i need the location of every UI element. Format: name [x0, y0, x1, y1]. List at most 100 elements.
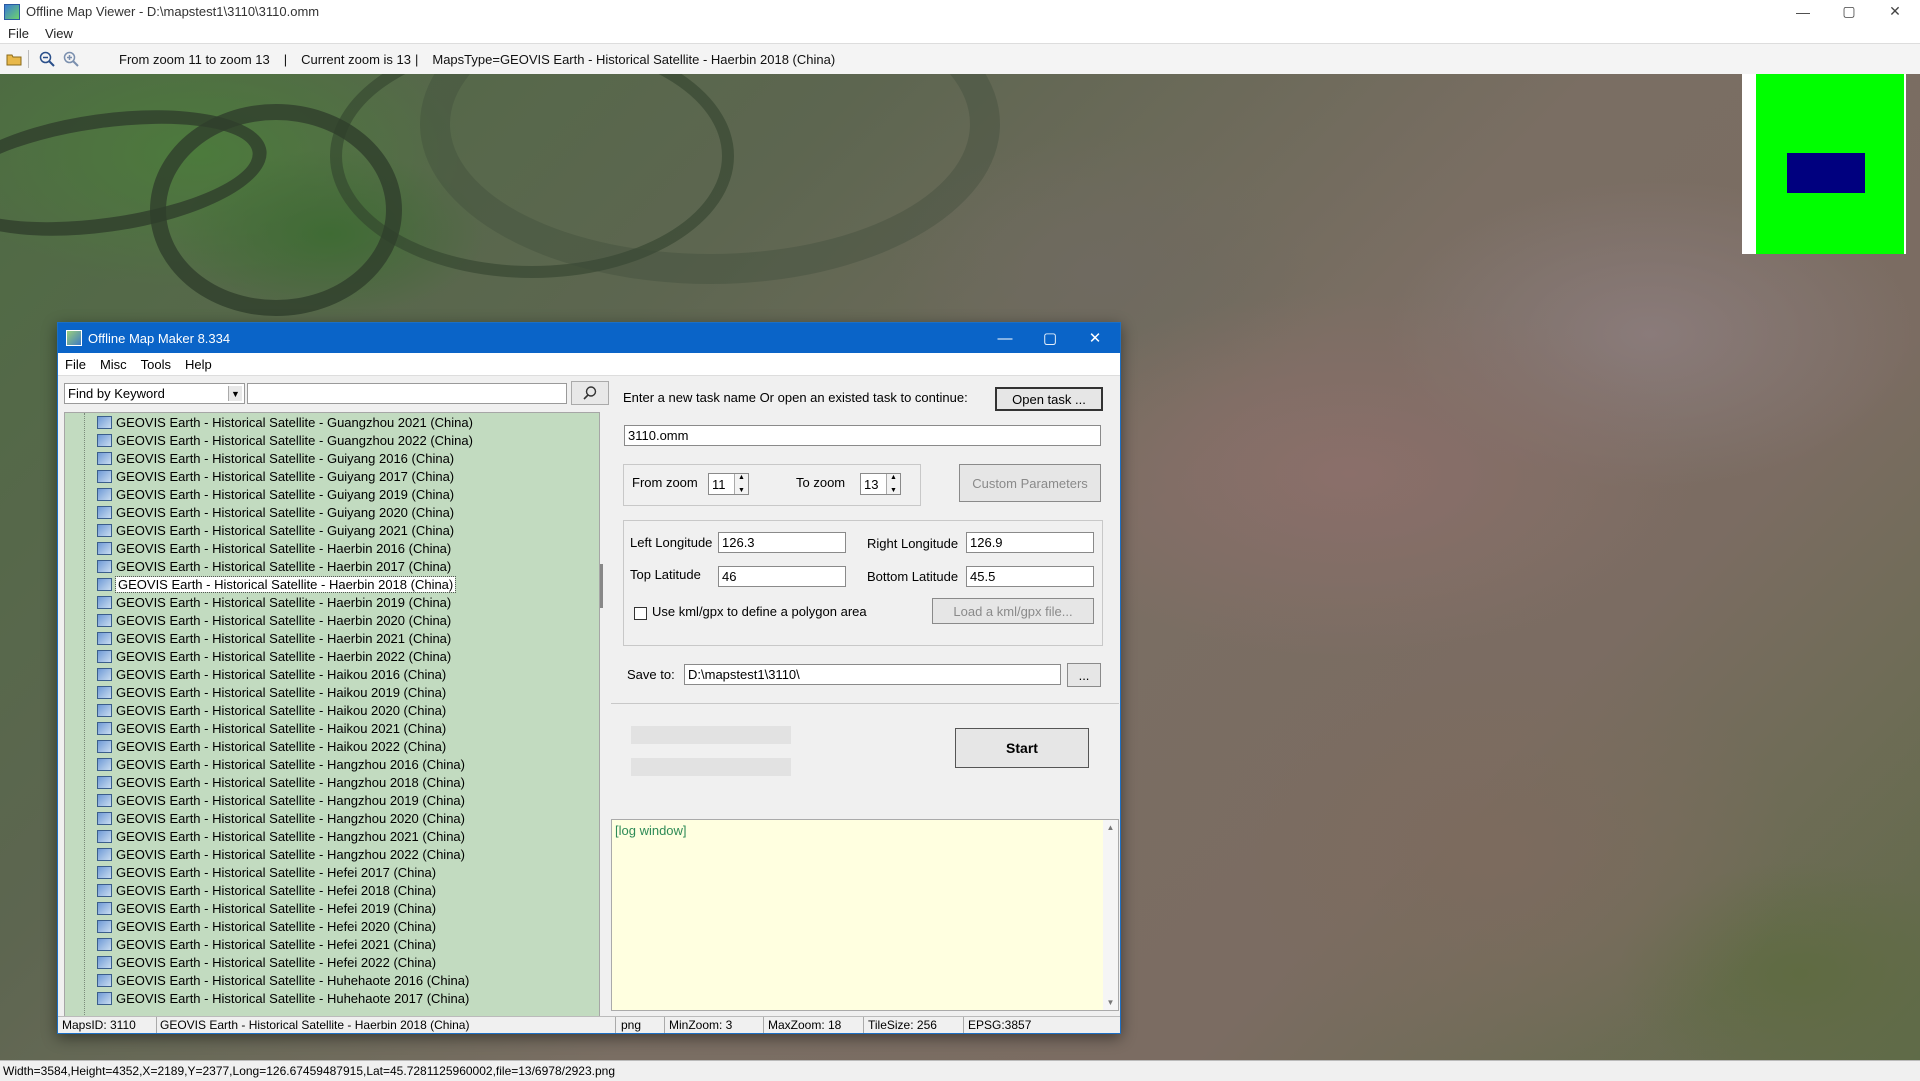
list-item-label: GEOVIS Earth - Historical Satellite - Gu…: [116, 486, 455, 502]
list-item[interactable]: GEOVIS Earth - Historical Satellite - Hu…: [97, 989, 469, 1007]
minimize-button[interactable]: —: [1780, 0, 1826, 23]
list-item[interactable]: GEOVIS Earth - Historical Satellite - Ha…: [97, 755, 465, 773]
list-item[interactable]: GEOVIS Earth - Historical Satellite - He…: [97, 935, 436, 953]
list-item-label: GEOVIS Earth - Historical Satellite - Ha…: [116, 612, 452, 628]
kml-checkbox[interactable]: [634, 607, 647, 620]
search-input[interactable]: [247, 383, 567, 404]
map-tile-icon: [97, 847, 112, 861]
map-viewer-app-icon: [4, 3, 20, 20]
menu-file[interactable]: File: [0, 26, 37, 41]
map-tile-icon: [97, 739, 112, 753]
list-item[interactable]: GEOVIS Earth - Historical Satellite - Ha…: [97, 683, 446, 701]
top-latitude-input[interactable]: 46: [718, 566, 846, 587]
list-item[interactable]: GEOVIS Earth - Historical Satellite - Gu…: [97, 503, 454, 521]
zoom-out-icon[interactable]: [37, 49, 57, 69]
save-path-input[interactable]: D:\mapstest1\3110\: [684, 664, 1061, 685]
list-item[interactable]: GEOVIS Earth - Historical Satellite - He…: [97, 917, 436, 935]
bottom-latitude-input[interactable]: 45.5: [966, 566, 1094, 587]
search-button[interactable]: [571, 381, 609, 405]
list-item[interactable]: GEOVIS Earth - Historical Satellite - Ha…: [97, 557, 451, 575]
dialog-menu-file[interactable]: File: [58, 357, 93, 372]
map-tile-icon: [97, 919, 112, 933]
to-zoom-spinner[interactable]: 13 ▲ ▼: [860, 473, 901, 495]
save-to-label: Save to:: [627, 667, 675, 682]
minimap-viewport[interactable]: [1787, 153, 1865, 193]
list-item[interactable]: GEOVIS Earth - Historical Satellite - He…: [97, 863, 436, 881]
start-button[interactable]: Start: [955, 728, 1089, 768]
list-item[interactable]: GEOVIS Earth - Historical Satellite - Gu…: [97, 467, 454, 485]
list-item[interactable]: GEOVIS Earth - Historical Satellite - He…: [97, 899, 436, 917]
list-item[interactable]: GEOVIS Earth - Historical Satellite - Gu…: [97, 431, 473, 449]
map-tile-icon: [97, 451, 112, 465]
list-item-label: GEOVIS Earth - Historical Satellite - He…: [116, 954, 437, 970]
scroll-down-icon[interactable]: ▼: [1107, 998, 1115, 1007]
map-tile-icon: [97, 487, 112, 501]
overview-minimap[interactable]: [1742, 74, 1906, 254]
list-item[interactable]: GEOVIS Earth - Historical Satellite - Gu…: [97, 485, 454, 503]
maximize-button[interactable]: ▢: [1826, 0, 1872, 23]
open-folder-icon[interactable]: [4, 49, 24, 69]
toolbar-separator-1: |: [283, 51, 288, 67]
list-item[interactable]: GEOVIS Earth - Historical Satellite - Ha…: [97, 593, 451, 611]
dialog-minimize-button[interactable]: —: [983, 323, 1027, 353]
dialog-title-bar: Offline Map Maker 8.334 — ▢ ✕: [58, 323, 1120, 353]
list-item[interactable]: GEOVIS Earth - Historical Satellite - Ha…: [97, 647, 451, 665]
progress-bar-2: [631, 758, 791, 776]
dialog-menu-bar: File Misc Tools Help: [58, 353, 1120, 376]
list-item[interactable]: GEOVIS Earth - Historical Satellite - Ha…: [97, 629, 451, 647]
custom-parameters-button[interactable]: Custom Parameters: [959, 464, 1101, 502]
log-window[interactable]: [log window] ▲ ▼: [611, 819, 1119, 1011]
map-tile-icon: [97, 865, 112, 879]
dialog-menu-help[interactable]: Help: [178, 357, 219, 372]
find-mode-select[interactable]: Find by Keyword ▼: [64, 383, 245, 404]
map-tile-icon: [97, 523, 112, 537]
list-item[interactable]: GEOVIS Earth - Historical Satellite - He…: [97, 953, 436, 971]
open-task-button[interactable]: Open task ...: [995, 387, 1103, 411]
log-scrollbar[interactable]: ▲ ▼: [1103, 820, 1118, 1010]
list-item[interactable]: GEOVIS Earth - Historical Satellite - Gu…: [97, 521, 454, 539]
zoom-in-icon[interactable]: [61, 49, 81, 69]
dialog-close-button[interactable]: ✕: [1073, 323, 1117, 353]
load-kml-button[interactable]: Load a kml/gpx file...: [932, 598, 1094, 624]
min-zoom-status: MinZoom: 3: [669, 1018, 733, 1032]
list-item[interactable]: GEOVIS Earth - Historical Satellite - Ha…: [97, 845, 465, 863]
list-item[interactable]: GEOVIS Earth - Historical Satellite - Gu…: [97, 413, 473, 431]
top-latitude-label: Top Latitude: [630, 567, 701, 582]
dialog-maximize-button[interactable]: ▢: [1028, 323, 1072, 353]
browse-button[interactable]: ...: [1067, 663, 1101, 687]
list-item-label: GEOVIS Earth - Historical Satellite - He…: [116, 864, 437, 880]
map-tile-icon: [97, 775, 112, 789]
list-item[interactable]: GEOVIS Earth - Historical Satellite - Gu…: [97, 449, 454, 467]
list-item[interactable]: GEOVIS Earth - Historical Satellite - Ha…: [97, 665, 446, 683]
dialog-menu-tools[interactable]: Tools: [134, 357, 178, 372]
close-button[interactable]: ✕: [1872, 0, 1918, 23]
list-item[interactable]: GEOVIS Earth - Historical Satellite - Ha…: [97, 611, 451, 629]
list-item[interactable]: GEOVIS Earth - Historical Satellite - He…: [97, 881, 436, 899]
task-name-input[interactable]: 3110.omm: [624, 425, 1101, 446]
menu-view[interactable]: View: [37, 26, 81, 41]
splitter-handle[interactable]: [600, 564, 603, 608]
list-item-label: GEOVIS Earth - Historical Satellite - Ha…: [114, 575, 457, 593]
spinner-arrows-icon[interactable]: ▲ ▼: [886, 474, 900, 494]
list-item-label: GEOVIS Earth - Historical Satellite - Gu…: [116, 450, 455, 466]
list-item[interactable]: GEOVIS Earth - Historical Satellite - Ha…: [97, 827, 465, 845]
chevron-down-icon[interactable]: ▼: [228, 386, 242, 401]
list-item[interactable]: GEOVIS Earth - Historical Satellite - Ha…: [97, 575, 457, 593]
list-item[interactable]: GEOVIS Earth - Historical Satellite - Ha…: [97, 809, 465, 827]
list-item[interactable]: GEOVIS Earth - Historical Satellite - Ha…: [97, 539, 451, 557]
maps-tree[interactable]: GEOVIS Earth - Historical Satellite - Gu…: [64, 412, 600, 1018]
left-longitude-input[interactable]: 126.3: [718, 532, 846, 553]
right-longitude-input[interactable]: 126.9: [966, 532, 1094, 553]
list-item-label: GEOVIS Earth - Historical Satellite - Ha…: [116, 738, 447, 754]
list-item[interactable]: GEOVIS Earth - Historical Satellite - Ha…: [97, 701, 446, 719]
list-item[interactable]: GEOVIS Earth - Historical Satellite - Ha…: [97, 791, 465, 809]
spinner-arrows-icon[interactable]: ▲ ▼: [734, 474, 748, 494]
map-tile-icon: [97, 469, 112, 483]
list-item[interactable]: GEOVIS Earth - Historical Satellite - Ha…: [97, 737, 446, 755]
scroll-up-icon[interactable]: ▲: [1107, 823, 1115, 832]
list-item[interactable]: GEOVIS Earth - Historical Satellite - Ha…: [97, 719, 446, 737]
dialog-menu-misc[interactable]: Misc: [93, 357, 134, 372]
from-zoom-spinner[interactable]: 11 ▲ ▼: [708, 473, 749, 495]
list-item[interactable]: GEOVIS Earth - Historical Satellite - Hu…: [97, 971, 469, 989]
list-item[interactable]: GEOVIS Earth - Historical Satellite - Ha…: [97, 773, 465, 791]
